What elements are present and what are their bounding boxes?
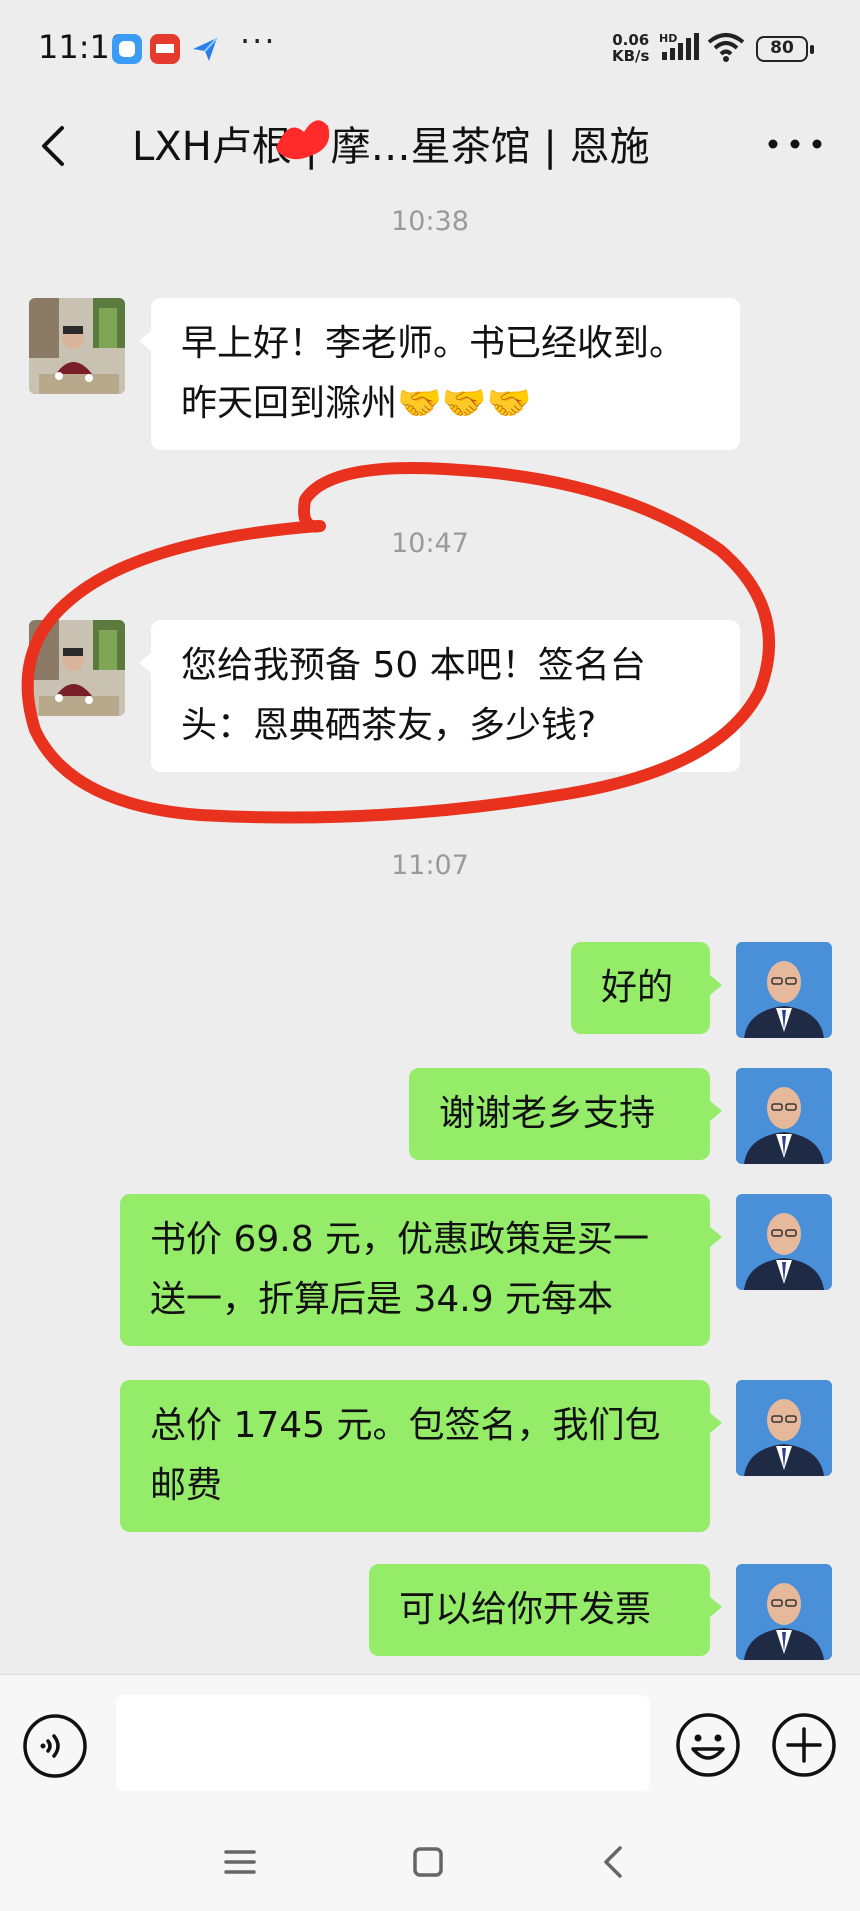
my-avatar[interactable] bbox=[736, 1380, 832, 1476]
timestamp: 11:07 bbox=[391, 850, 469, 881]
network-badge: HD bbox=[659, 32, 677, 45]
message-input-bar bbox=[0, 1674, 860, 1814]
redaction-scribble bbox=[276, 120, 330, 160]
plus-icon[interactable] bbox=[770, 1711, 838, 1779]
wifi-icon bbox=[707, 33, 745, 62]
message-text: 早上好！李老师。书已经收到。 昨天回到滁州🤝🤝🤝 bbox=[181, 323, 686, 424]
outgoing-message[interactable]: 总价 1745 元。包签名，我们包 邮费 bbox=[120, 1380, 722, 1532]
battery-indicator: 80 bbox=[756, 36, 814, 62]
emoji-icon[interactable] bbox=[674, 1711, 742, 1779]
incoming-message[interactable]: 早上好！李老师。书已经收到。 昨天回到滁州🤝🤝🤝 bbox=[139, 298, 740, 450]
my-avatar[interactable] bbox=[736, 1068, 832, 1164]
send-app-icon bbox=[190, 34, 220, 64]
timestamp: 10:47 bbox=[391, 528, 469, 559]
home-icon[interactable] bbox=[398, 1832, 458, 1892]
network-speed: 0.06 KB/s bbox=[612, 32, 649, 64]
news-app-icon bbox=[150, 34, 180, 64]
chevron-left-icon[interactable] bbox=[28, 118, 84, 174]
speed-unit: KB/s bbox=[612, 47, 650, 65]
more-notifications-icon: ··· bbox=[240, 22, 277, 60]
outgoing-message[interactable]: 可以给你开发票 bbox=[369, 1564, 722, 1656]
incoming-message[interactable]: 您给我预备 50 本吧！签名台 头：恩典硒茶友，多少钱? bbox=[139, 620, 740, 772]
message-text: 好的 bbox=[601, 967, 674, 1008]
cell-signal-icon: HD bbox=[659, 32, 699, 60]
my-avatar[interactable] bbox=[736, 1564, 832, 1660]
message-text: 书价 69.8 元，优惠政策是买一 送一，折算后是 34.9 元每本 bbox=[150, 1219, 650, 1320]
contact-avatar[interactable] bbox=[29, 620, 125, 716]
outgoing-message[interactable]: 书价 69.8 元，优惠政策是买一 送一，折算后是 34.9 元每本 bbox=[120, 1194, 722, 1346]
timestamp: 10:38 bbox=[391, 206, 469, 237]
outgoing-message[interactable]: 好的 bbox=[571, 942, 722, 1034]
my-avatar[interactable] bbox=[736, 942, 832, 1038]
more-dots-icon[interactable] bbox=[760, 122, 830, 166]
chat-title[interactable]: LXH卢根 | 摩…星茶馆 | 恩施 bbox=[132, 114, 650, 172]
chat-header: LXH卢根 | 摩…星茶馆 | 恩施 bbox=[0, 96, 860, 196]
back-icon[interactable] bbox=[584, 1832, 644, 1892]
menu-icon[interactable] bbox=[210, 1832, 270, 1892]
message-text: 总价 1745 元。包签名，我们包 邮费 bbox=[150, 1405, 661, 1506]
my-avatar[interactable] bbox=[736, 1194, 832, 1290]
app-notification-icon bbox=[112, 34, 142, 64]
message-text: 您给我预备 50 本吧！签名台 头：恩典硒茶友，多少钱? bbox=[181, 645, 646, 746]
message-text: 谢谢老乡支持 bbox=[439, 1093, 656, 1134]
speed-value: 0.06 bbox=[612, 31, 650, 49]
voice-icon[interactable] bbox=[22, 1713, 88, 1779]
contact-avatar[interactable] bbox=[29, 298, 125, 394]
message-input[interactable] bbox=[116, 1695, 650, 1791]
outgoing-message[interactable]: 谢谢老乡支持 bbox=[409, 1068, 722, 1160]
message-text: 可以给你开发票 bbox=[399, 1589, 652, 1630]
system-navigation-bar bbox=[0, 1814, 860, 1911]
status-bar: 11:18 ··· 0.06 KB/s HD 80 bbox=[0, 0, 860, 96]
